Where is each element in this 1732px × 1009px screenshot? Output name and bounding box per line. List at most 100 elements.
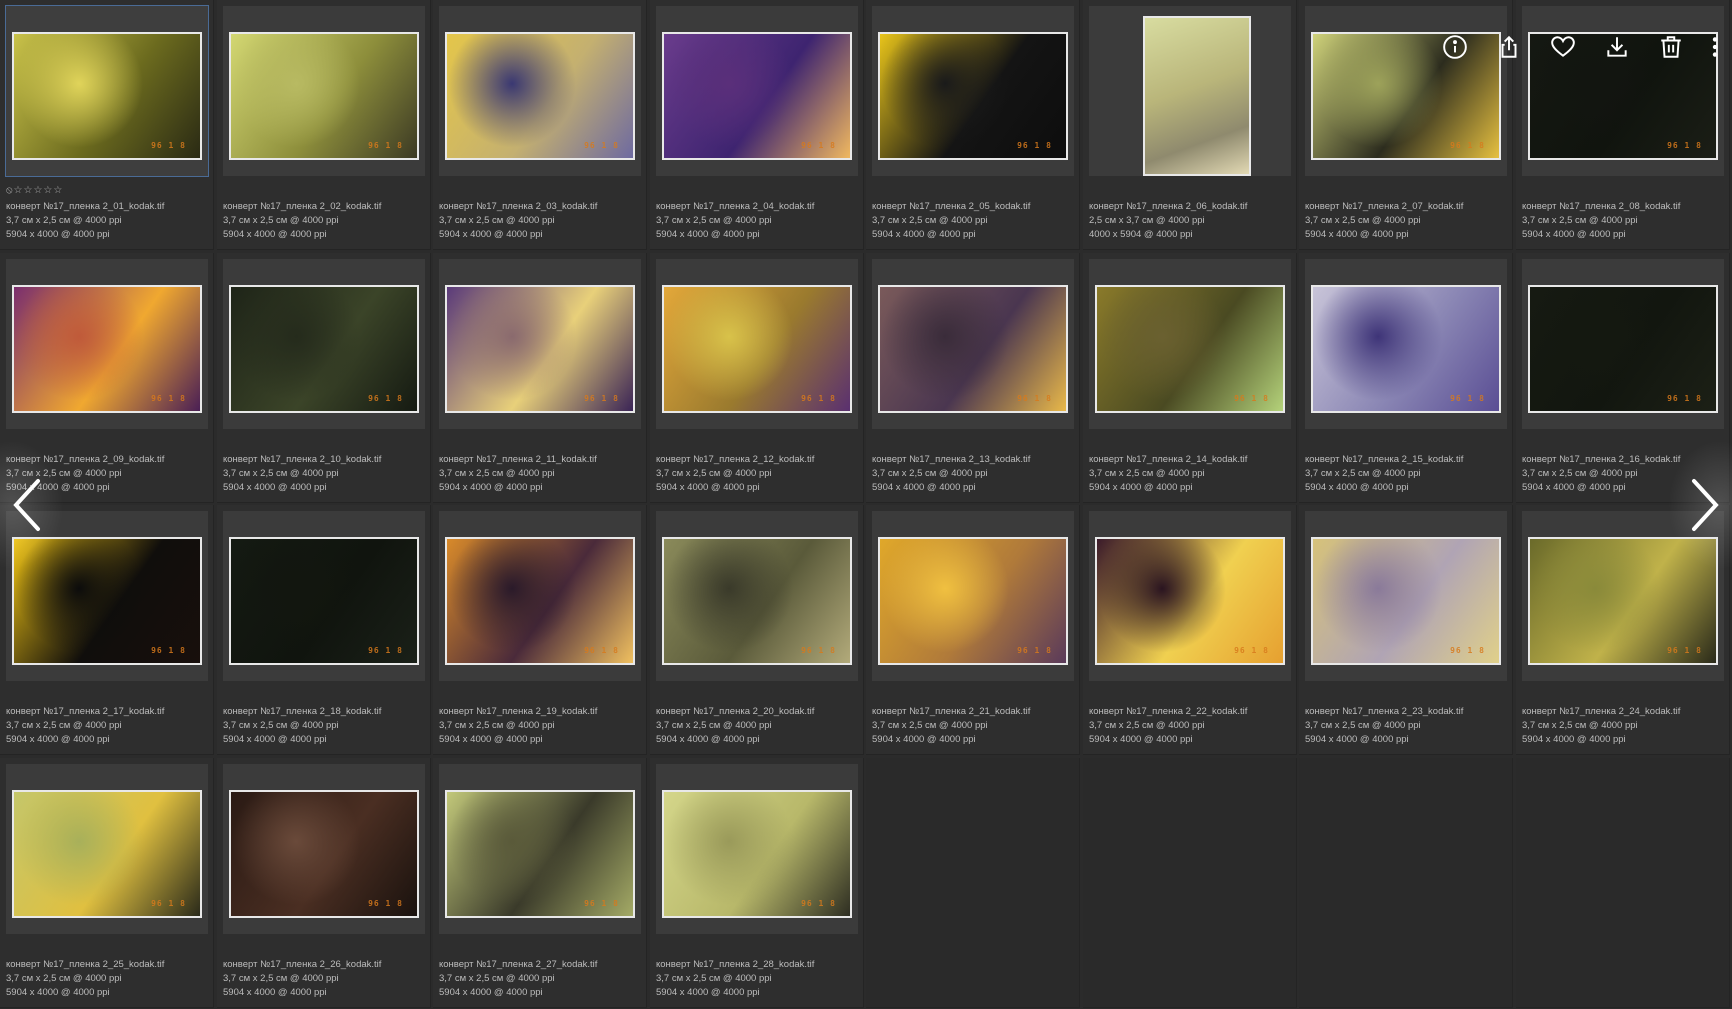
photo-pixel-size: 5904 x 4000 @ 4000 ppi — [223, 482, 327, 493]
thumbnail-well: 96 1 8 — [656, 259, 858, 429]
photo-tile[interactable]: 96 1 8 конверт №17_пленка 2_11_kodak.tif 3… — [433, 253, 647, 503]
photo-tile[interactable]: 96 1 8 конверт №17_пленка 2_20_kodak.tif 3… — [650, 505, 864, 755]
photo-pixel-size: 5904 x 4000 @ 4000 ppi — [439, 987, 543, 998]
photo-print-size: 3,7 см x 2,5 см @ 4000 ppi — [439, 215, 555, 226]
photo-pixel-size: 5904 x 4000 @ 4000 ppi — [656, 734, 760, 745]
photo-tile[interactable]: 96 1 8 конверт №17_пленка 2_23_kodak.tif 3… — [1299, 505, 1513, 755]
photo-thumbnail[interactable]: 96 1 8 — [12, 32, 202, 160]
photo-print-size: 3,7 см x 2,5 см @ 4000 ppi — [223, 215, 339, 226]
photo-tile[interactable]: 96 1 8 конверт №17_пленка 2_13_kodak.tif 3… — [866, 253, 1080, 503]
photo-pixel-size: 5904 x 4000 @ 4000 ppi — [656, 987, 760, 998]
info-button[interactable] — [1438, 30, 1472, 64]
photo-thumbnail[interactable]: 96 1 8 — [662, 285, 852, 413]
photo-thumbnail[interactable]: 96 1 8 — [12, 790, 202, 918]
delete-button[interactable] — [1654, 30, 1688, 64]
photo-thumbnail[interactable]: 96 1 8 — [878, 537, 1068, 665]
photo-pixel-size: 5904 x 4000 @ 4000 ppi — [1305, 734, 1409, 745]
previous-button[interactable] — [0, 440, 64, 570]
photo-filename: конверт №17_пленка 2_20_kodak.tif — [656, 706, 815, 717]
photo-filename: конверт №17_пленка 2_17_kodak.tif — [6, 706, 165, 717]
photo-thumbnail[interactable]: 96 1 8 — [12, 285, 202, 413]
photo-tile[interactable]: 96 1 8 конверт №17_пленка 2_14_kodak.tif 3… — [1083, 253, 1297, 503]
photo-tile[interactable]: 96 1 8 конверт №17_пленка 2_03_kodak.tif 3… — [433, 0, 647, 250]
photo-tile[interactable]: 96 1 8 конверт №17_пленка 2_22_kodak.tif 3… — [1083, 505, 1297, 755]
photo-print-size: 3,7 см x 2,5 см @ 4000 ppi — [1305, 468, 1421, 479]
photo-thumbnail[interactable] — [1143, 16, 1251, 176]
photo-tile[interactable]: 96 1 8 конверт №17_пленка 2_21_kodak.tif 3… — [866, 505, 1080, 755]
film-date-stamp: 96 1 8 — [1017, 141, 1052, 150]
photo-filename: конверт №17_пленка 2_07_kodak.tif — [1305, 201, 1464, 212]
photo-metadata: конверт №17_пленка 2_19_kodak.tif 3,7 см … — [439, 705, 642, 747]
photo-filename: конверт №17_пленка 2_02_kodak.tif — [223, 201, 382, 212]
photo-tile[interactable]: конверт №17_пленка 2_06_kodak.tif 2,5 см … — [1083, 0, 1297, 250]
photo-thumbnail[interactable]: 96 1 8 — [1311, 285, 1501, 413]
photo-pixel-size: 5904 x 4000 @ 4000 ppi — [439, 734, 543, 745]
photo-thumbnail[interactable]: 96 1 8 — [1095, 285, 1285, 413]
photo-thumbnail[interactable]: 96 1 8 — [662, 32, 852, 160]
photo-thumbnail[interactable]: 96 1 8 — [662, 790, 852, 918]
photo-thumbnail[interactable]: 96 1 8 — [445, 790, 635, 918]
film-date-stamp: 96 1 8 — [1667, 646, 1702, 655]
film-date-stamp: 96 1 8 — [1017, 646, 1052, 655]
photo-filename: конверт №17_пленка 2_08_kodak.tif — [1522, 201, 1681, 212]
next-button[interactable] — [1668, 440, 1732, 570]
film-date-stamp: 96 1 8 — [1667, 394, 1702, 403]
film-date-stamp: 96 1 8 — [1450, 646, 1485, 655]
photo-tile[interactable]: 96 1 8 конверт №17_пленка 2_26_kodak.tif 3… — [217, 758, 431, 1008]
thumbnail-well: 96 1 8 — [1089, 511, 1291, 681]
photo-thumbnail[interactable]: 96 1 8 — [445, 537, 635, 665]
download-button[interactable] — [1600, 30, 1634, 64]
photo-metadata: конверт №17_пленка 2_02_kodak.tif 3,7 см … — [223, 200, 426, 242]
photo-metadata: конверт №17_пленка 2_20_kodak.tif 3,7 см … — [656, 705, 859, 747]
photo-thumbnail[interactable]: 96 1 8 — [662, 537, 852, 665]
photo-tile[interactable]: 96 1 8 конверт №17_пленка 2_15_kodak.tif 3… — [1299, 253, 1513, 503]
favorite-button[interactable] — [1546, 30, 1580, 64]
photo-tile[interactable]: 96 1 8 конверт №17_пленка 2_27_kodak.tif 3… — [433, 758, 647, 1008]
photo-metadata: конверт №17_пленка 2_23_kodak.tif 3,7 см … — [1305, 705, 1508, 747]
photo-filename: конверт №17_пленка 2_12_kodak.tif — [656, 454, 815, 465]
photo-tile[interactable]: 96 1 8 ⦸☆☆☆☆☆ конверт №17_пленка 2_01_koda… — [0, 0, 214, 250]
film-date-stamp: 96 1 8 — [1017, 394, 1052, 403]
photo-tile[interactable]: 96 1 8 конверт №17_пленка 2_02_kodak.tif 3… — [217, 0, 431, 250]
photo-thumbnail[interactable]: 96 1 8 — [229, 285, 419, 413]
film-date-stamp: 96 1 8 — [1234, 646, 1269, 655]
more-button[interactable] — [1708, 30, 1722, 64]
share-button[interactable] — [1492, 30, 1526, 64]
photo-tile[interactable]: 96 1 8 конверт №17_пленка 2_04_kodak.tif 3… — [650, 0, 864, 250]
photo-thumbnail[interactable]: 96 1 8 — [1311, 537, 1501, 665]
photo-thumbnail[interactable]: 96 1 8 — [1095, 537, 1285, 665]
photo-filename: конверт №17_пленка 2_22_kodak.tif — [1089, 706, 1248, 717]
thumbnail-well: 96 1 8 — [872, 259, 1074, 429]
photo-thumbnail[interactable]: 96 1 8 — [445, 285, 635, 413]
photo-tile[interactable]: 96 1 8 конверт №17_пленка 2_28_kodak.tif 3… — [650, 758, 864, 1008]
thumbnail-grid: 96 1 8 ⦸☆☆☆☆☆ конверт №17_пленка 2_01_koda… — [0, 0, 1732, 1009]
film-date-stamp: 96 1 8 — [368, 141, 403, 150]
photo-tile[interactable]: 96 1 8 конверт №17_пленка 2_25_kodak.tif 3… — [0, 758, 214, 1008]
info-icon — [1443, 35, 1467, 59]
photo-print-size: 3,7 см x 2,5 см @ 4000 ppi — [439, 468, 555, 479]
star-rating[interactable]: ⦸☆☆☆☆☆ — [6, 185, 63, 196]
photo-tile[interactable]: 96 1 8 конверт №17_пленка 2_18_kodak.tif 3… — [217, 505, 431, 755]
photo-metadata: конверт №17_пленка 2_14_kodak.tif 3,7 см … — [1089, 453, 1292, 495]
photo-print-size: 3,7 см x 2,5 см @ 4000 ppi — [223, 973, 339, 984]
photo-metadata: конверт №17_пленка 2_05_kodak.tif 3,7 см … — [872, 200, 1075, 242]
thumbnail-well: 96 1 8 — [439, 511, 641, 681]
photo-tile[interactable]: 96 1 8 конверт №17_пленка 2_12_kodak.tif 3… — [650, 253, 864, 503]
photo-thumbnail[interactable]: 96 1 8 — [878, 32, 1068, 160]
photo-thumbnail[interactable]: 96 1 8 — [229, 32, 419, 160]
film-date-stamp: 96 1 8 — [1450, 394, 1485, 403]
photo-thumbnail[interactable]: 96 1 8 — [229, 537, 419, 665]
thumbnail-well: 96 1 8 — [872, 6, 1074, 176]
empty-grid-slot — [1299, 758, 1513, 1008]
photo-print-size: 3,7 см x 2,5 см @ 4000 ppi — [1305, 720, 1421, 731]
photo-thumbnail[interactable]: 96 1 8 — [878, 285, 1068, 413]
photo-thumbnail[interactable]: 96 1 8 — [445, 32, 635, 160]
photo-tile[interactable]: 96 1 8 конверт №17_пленка 2_05_kodak.tif 3… — [866, 0, 1080, 250]
photo-thumbnail[interactable]: 96 1 8 — [1528, 285, 1718, 413]
empty-grid-slot — [866, 758, 1080, 1008]
photo-tile[interactable]: 96 1 8 конверт №17_пленка 2_19_kodak.tif 3… — [433, 505, 647, 755]
film-date-stamp: 96 1 8 — [584, 141, 619, 150]
photo-thumbnail[interactable]: 96 1 8 — [229, 790, 419, 918]
photo-pixel-size: 5904 x 4000 @ 4000 ppi — [439, 482, 543, 493]
photo-tile[interactable]: 96 1 8 конверт №17_пленка 2_10_kodak.tif 3… — [217, 253, 431, 503]
